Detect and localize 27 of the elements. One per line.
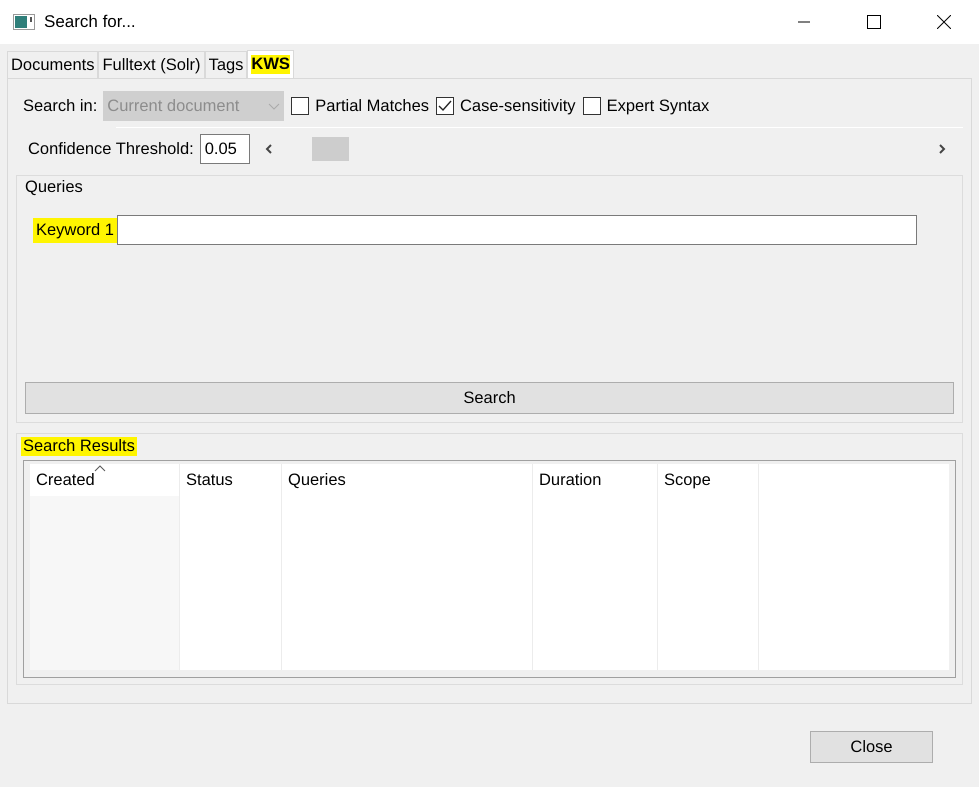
search-in-label: Search in: bbox=[23, 96, 98, 116]
tab[interactable]: Documents bbox=[7, 51, 98, 78]
minimize-icon[interactable] bbox=[798, 21, 810, 23]
tab[interactable]: Fulltext (Solr) bbox=[98, 51, 205, 78]
tab[interactable]: KWS bbox=[247, 50, 294, 78]
app-icon bbox=[13, 14, 35, 30]
maximize-icon[interactable] bbox=[867, 15, 881, 29]
checkbox-label: Partial Matches bbox=[315, 96, 430, 116]
tab[interactable]: Tags bbox=[204, 51, 248, 78]
caret-icon bbox=[268, 102, 280, 110]
keyword-label: Keyword 1 bbox=[33, 218, 117, 242]
close-dialog-button[interactable]: Close bbox=[810, 731, 933, 763]
confidence-label: Confidence Threshold: bbox=[28, 140, 194, 158]
checkbox[interactable] bbox=[436, 97, 454, 115]
slider-thumb[interactable] bbox=[312, 137, 350, 161]
checkbox[interactable] bbox=[582, 97, 601, 115]
checkbox[interactable] bbox=[291, 97, 310, 115]
threshold-field[interactable]: 0.05 bbox=[200, 134, 250, 164]
window-title: Search for... bbox=[44, 12, 136, 32]
sort-caret-icon bbox=[94, 464, 106, 472]
group-title: Queries bbox=[24, 178, 84, 197]
keyword-field[interactable] bbox=[116, 215, 917, 245]
checkbox-label: Expert Syntax bbox=[606, 96, 710, 116]
close-icon[interactable] bbox=[937, 15, 951, 29]
group-title: Search Results bbox=[21, 437, 137, 456]
checkbox-label: Case-sensitivity bbox=[460, 96, 576, 116]
search-button[interactable]: Search bbox=[25, 382, 954, 414]
